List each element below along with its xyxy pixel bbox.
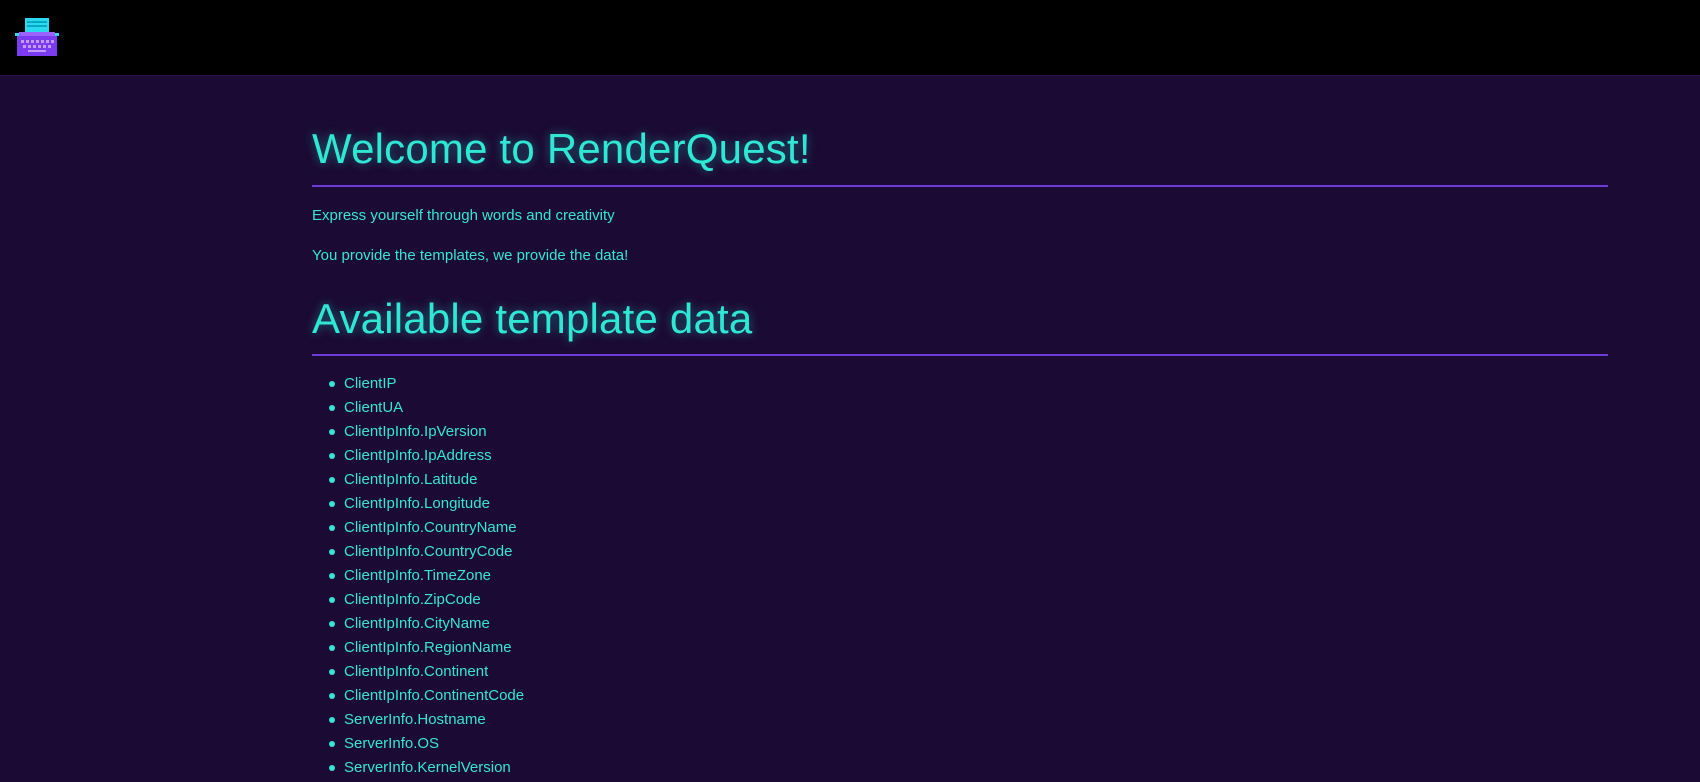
field-name: ClientIpInfo.Latitude xyxy=(344,471,478,488)
field-name: ClientIpInfo.ZipCode xyxy=(344,591,481,608)
list-item: ClientIpInfo.TimeZone xyxy=(312,565,524,589)
list-item: ClientIpInfo.IpVersion xyxy=(312,421,524,445)
bullet-icon xyxy=(329,765,335,771)
field-name: ClientIpInfo.IpAddress xyxy=(344,447,492,464)
field-name: ClientIP xyxy=(344,375,397,392)
field-name: ClientIpInfo.CountryName xyxy=(344,519,517,536)
top-bar xyxy=(0,0,1700,76)
list-item: ClientIpInfo.RegionName xyxy=(312,637,524,661)
bullet-icon xyxy=(329,693,335,699)
field-name: ClientIpInfo.TimeZone xyxy=(344,567,492,584)
bullet-icon xyxy=(329,501,335,507)
bullet-icon xyxy=(329,621,335,627)
typewriter-icon[interactable] xyxy=(15,18,59,58)
bullet-icon xyxy=(329,597,335,603)
bullet-icon xyxy=(329,429,335,435)
list-item: ClientIpInfo.Latitude xyxy=(312,469,524,493)
field-name: ClientIpInfo.Continent xyxy=(344,663,489,680)
field-name: ClientUA xyxy=(344,399,404,416)
field-name: ServerInfo.OS xyxy=(344,735,440,752)
title-divider xyxy=(312,185,1608,187)
bullet-icon xyxy=(329,549,335,555)
bullet-icon xyxy=(329,669,335,675)
list-item: ClientIpInfo.Continent xyxy=(312,661,524,685)
list-item: ClientIpInfo.ContinentCode xyxy=(312,685,524,709)
subtitle: You provide the templates, we provide th… xyxy=(312,247,629,264)
bullet-icon xyxy=(329,381,335,387)
field-name: ClientIpInfo.RegionName xyxy=(344,639,512,656)
template-data-list: ClientIP ClientUA ClientIpInfo.IpVersion… xyxy=(312,373,524,781)
section-title: Available template data xyxy=(312,295,753,342)
list-item: ServerInfo.KernelVersion xyxy=(312,757,524,781)
list-item: ClientIpInfo.CountryCode xyxy=(312,541,524,565)
list-item: ClientIpInfo.CountryName xyxy=(312,517,524,541)
list-item: ClientIpInfo.CityName xyxy=(312,613,524,637)
bullet-icon xyxy=(329,477,335,483)
field-name: ClientIpInfo.Longitude xyxy=(344,495,490,512)
field-name: ServerInfo.KernelVersion xyxy=(344,759,511,776)
bullet-icon xyxy=(329,717,335,723)
bullet-icon xyxy=(329,405,335,411)
field-name: ClientIpInfo.CityName xyxy=(344,615,490,632)
bullet-icon xyxy=(329,645,335,651)
list-item: ClientIpInfo.Longitude xyxy=(312,493,524,517)
field-name: ClientIpInfo.CountryCode xyxy=(344,543,513,560)
list-item: ServerInfo.OS xyxy=(312,733,524,757)
bullet-icon xyxy=(329,741,335,747)
section-divider xyxy=(312,354,1608,356)
list-item: ClientIpInfo.ZipCode xyxy=(312,589,524,613)
field-name: ClientIpInfo.ContinentCode xyxy=(344,687,525,704)
bullet-icon xyxy=(329,453,335,459)
field-name: ClientIpInfo.IpVersion xyxy=(344,423,487,440)
list-item: ClientUA xyxy=(312,397,524,421)
list-item: ClientIP xyxy=(312,373,524,397)
bullet-icon xyxy=(329,573,335,579)
bullet-icon xyxy=(329,525,335,531)
field-name: ServerInfo.Hostname xyxy=(344,711,486,728)
list-item: ServerInfo.Hostname xyxy=(312,709,524,733)
tagline: Express yourself through words and creat… xyxy=(312,207,615,224)
list-item: ClientIpInfo.IpAddress xyxy=(312,445,524,469)
page-title: Welcome to RenderQuest! xyxy=(312,125,811,172)
